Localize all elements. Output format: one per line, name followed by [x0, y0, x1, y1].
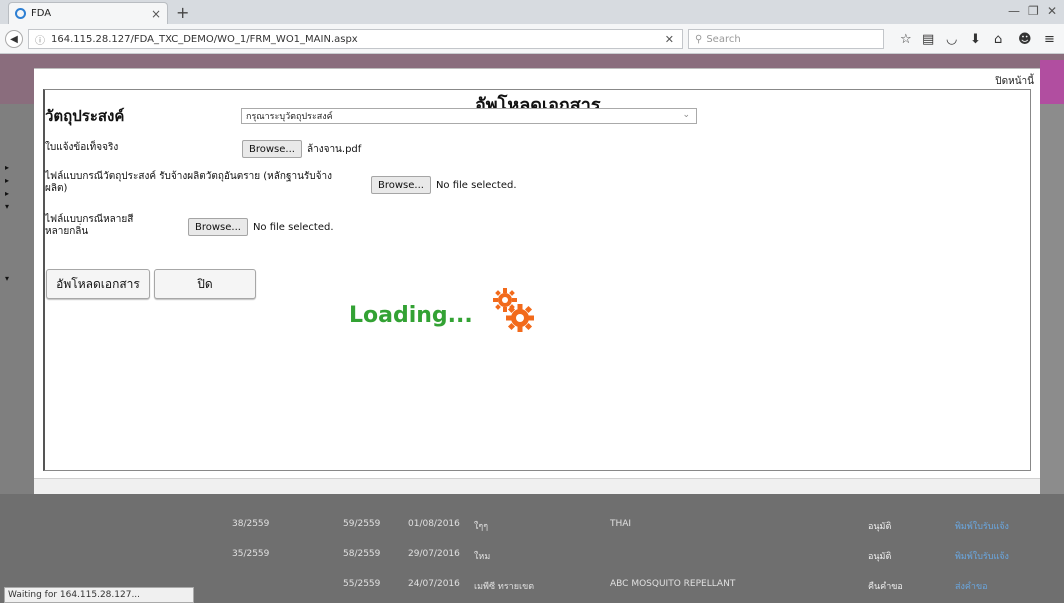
addon-icon[interactable]: ☻ [1018, 32, 1032, 47]
purpose-select[interactable]: กรุณาระบุวัตถุประสงค์ ⌄ [241, 108, 697, 124]
menu-icon[interactable]: ≡ [1044, 32, 1055, 47]
contract-file-label-row: ไฟล์แบบกรณีวัตถุประสงค์ รับจ้างผลิตวัตถุ… [45, 171, 332, 195]
browser-tab[interactable]: FDA × [8, 2, 168, 24]
tree-arrow-icon: ▾ [5, 274, 10, 283]
multi-color-file-row: Browse... No file selected. [188, 218, 334, 236]
modal-footer [34, 478, 1040, 494]
multi-color-label-line1: ไฟล์แบบกรณีหลายสี [45, 214, 134, 225]
restore-icon[interactable]: ❐ [1028, 4, 1039, 18]
close-window-icon[interactable]: ✕ [1047, 4, 1057, 18]
pocket-icon[interactable]: ◡ [946, 32, 957, 47]
new-tab-icon[interactable]: + [176, 3, 189, 22]
tree-arrow-icon: ▸ [5, 189, 10, 198]
info-icon[interactable]: ⓘ [35, 32, 45, 47]
url-bar[interactable]: ⓘ 164.115.28.127/FDA_TXC_DEMO/WO_1/FRM_W… [28, 29, 683, 49]
fact-sheet-file-row: Browse... ล้างจาน.pdf [242, 140, 361, 158]
nav-bar: ◀ ⓘ 164.115.28.127/FDA_TXC_DEMO/WO_1/FRM… [0, 24, 1064, 54]
home-icon[interactable]: ⌂ [994, 32, 1002, 47]
search-icon: ⚲ [695, 33, 703, 45]
table-row: 35/2559 58/2559 29/07/2016 ใหม อนุมัติ พ… [232, 549, 1009, 563]
tree-arrow-icon: ▸ [5, 176, 10, 185]
search-bar[interactable]: ⚲ Search [688, 29, 884, 49]
tree-arrow-icon: ▸ [5, 163, 10, 172]
fact-sheet-browse-button[interactable]: Browse... [242, 140, 302, 158]
multi-color-file-name: No file selected. [252, 221, 334, 233]
contract-file-label-line2: ผลิต) [45, 183, 68, 194]
contract-file-name: No file selected. [435, 179, 517, 191]
multi-color-browse-button[interactable]: Browse... [188, 218, 248, 236]
page-right-panel [1040, 104, 1064, 494]
purpose-row: วัตถุประสงค์ [45, 104, 124, 128]
send-request-link[interactable]: ส่งคำขอ [955, 579, 988, 593]
tree-arrow-icon: ▾ [5, 202, 10, 211]
upload-button[interactable]: อัพโหลดเอกสาร [46, 269, 150, 299]
contract-browse-button[interactable]: Browse... [371, 176, 431, 194]
contract-file-label-line1: ไฟล์แบบกรณีวัตถุประสงค์ รับจ้างผลิตวัตถุ… [45, 171, 332, 182]
print-receipt-link[interactable]: พิมพ์ใบรับแจ้ง [955, 519, 1009, 533]
loading-text: Loading... [349, 303, 473, 328]
upload-form-panel: อัพโหลดเอกสาร วัตถุประสงค์ กรุณาระบุวัตถ… [43, 89, 1031, 471]
page-accent [1040, 60, 1064, 104]
upload-modal: ปิดหน้านี้ อัพโหลดเอกสาร วัตถุประสงค์ กร… [34, 68, 1040, 494]
table-row: 38/2559 59/2559 01/08/2016 ใๆๆ THAI อนุม… [232, 519, 1009, 533]
contract-file-row: Browse... No file selected. [371, 176, 517, 194]
back-button[interactable]: ◀ [5, 30, 23, 48]
url-text: 164.115.28.127/FDA_TXC_DEMO/WO_1/FRM_WO1… [51, 33, 358, 45]
minimize-icon[interactable]: — [1008, 4, 1020, 18]
tab-title: FDA [31, 8, 52, 19]
multi-color-label-row: ไฟล์แบบกรณีหลายสี หลายกลิ่น [45, 214, 133, 238]
fact-sheet-label: ใบแจ้งข้อเท็จจริง [45, 142, 119, 153]
purpose-label: วัตถุประสงค์ [45, 107, 125, 125]
print-receipt-link[interactable]: พิมพ์ใบรับแจ้ง [955, 549, 1009, 563]
tab-bar: FDA × + — ❐ ✕ [0, 0, 1064, 24]
fact-sheet-file-name: ล้างจาน.pdf [306, 143, 362, 155]
search-placeholder: Search [706, 33, 741, 45]
multi-color-label-line2: หลายกลิ่น [45, 226, 89, 237]
loading-gears-icon [493, 288, 534, 332]
chevron-down-icon: ⌄ [682, 110, 690, 120]
close-tab-icon[interactable]: × [151, 7, 161, 21]
close-page-link[interactable]: ปิดหน้านี้ [995, 74, 1034, 89]
modal-divider [34, 68, 1040, 69]
loading-favicon-icon [15, 8, 26, 19]
purpose-select-value: กรุณาระบุวัตถุประสงค์ [246, 112, 333, 122]
close-button[interactable]: ปิด [154, 269, 256, 299]
fact-sheet-label-row: ใบแจ้งข้อเท็จจริง [45, 142, 118, 154]
bookmark-star-icon[interactable]: ☆ [900, 32, 912, 47]
browser-status-bar: Waiting for 164.115.28.127... [4, 587, 194, 603]
stop-icon[interactable]: ✕ [665, 33, 674, 46]
reading-list-icon[interactable]: ▤ [922, 32, 934, 47]
download-icon[interactable]: ⬇ [970, 32, 981, 47]
